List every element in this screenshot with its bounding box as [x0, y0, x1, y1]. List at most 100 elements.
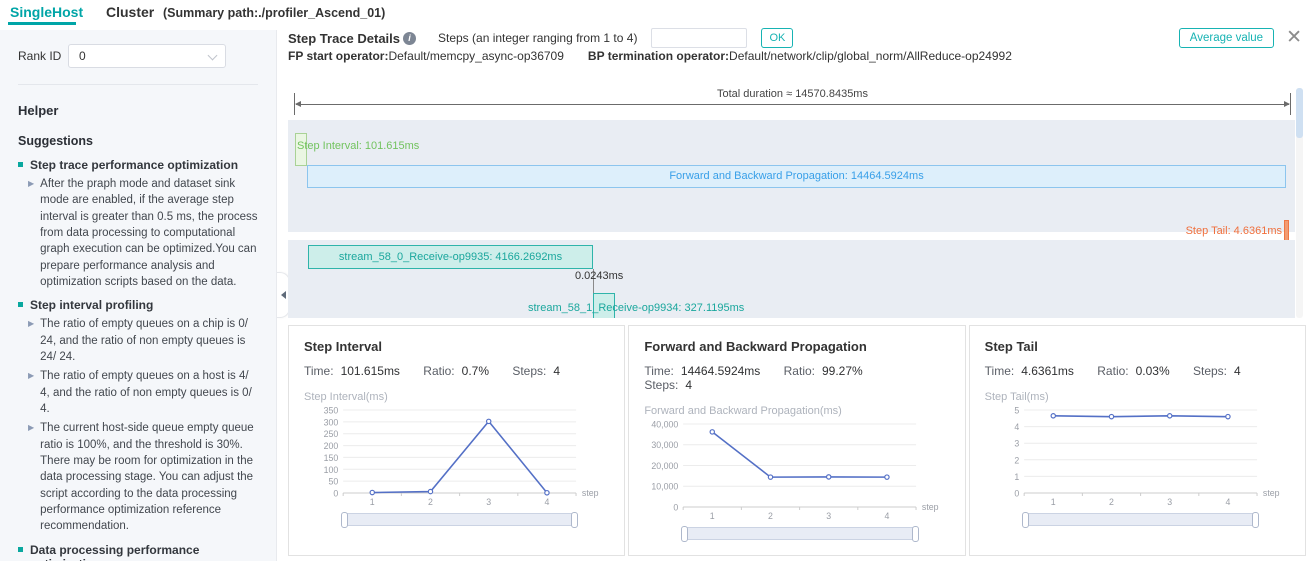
- suggestion-item: ▶ The ratio of empty queues on a chip is…: [28, 316, 258, 365]
- metric-charts-row: Step Interval Time:101.615ms Ratio:0.7% …: [288, 325, 1306, 556]
- svg-text:20,000: 20,000: [652, 461, 679, 471]
- datazoom-right-handle[interactable]: [912, 526, 919, 542]
- chart-y-axis-title: Forward and Backward Propagation(ms): [644, 405, 949, 417]
- suggestion-section-data-processing: Data processing performance optimization…: [18, 543, 258, 561]
- close-icon[interactable]: ✕: [1286, 28, 1302, 48]
- step-interval-line-chart[interactable]: 0501001502002503003501234step: [304, 405, 609, 509]
- svg-text:100: 100: [324, 465, 339, 475]
- triangle-bullet-icon[interactable]: ▶: [28, 176, 34, 290]
- section-header: Data processing performance optimization: [18, 543, 258, 561]
- svg-text:2: 2: [1014, 455, 1019, 465]
- svg-text:step: step: [922, 502, 939, 512]
- square-bullet-icon: [18, 302, 23, 307]
- svg-text:10,000: 10,000: [652, 482, 679, 492]
- operator-info-row: FP start operator:Default/memcpy_async-o…: [288, 49, 1012, 63]
- time-label: Time:: [644, 364, 674, 378]
- arrow-left-icon: [295, 101, 301, 107]
- section-title: Step interval profiling: [30, 298, 153, 312]
- steps-label: Steps:: [512, 364, 546, 378]
- suggestion-item: ▶ The current host-side queue empty queu…: [28, 420, 258, 534]
- steps-input[interactable]: [651, 28, 747, 48]
- tab-cluster[interactable]: Cluster: [106, 4, 154, 20]
- chart-panel-forward-backward: Forward and Backward Propagation Time:14…: [628, 325, 965, 556]
- datazoom-slider[interactable]: [684, 527, 915, 540]
- svg-text:4: 4: [885, 511, 890, 521]
- ratio-value: 0.03%: [1136, 364, 1170, 378]
- steps-range-label: Steps (an integer ranging from 1 to 4): [438, 31, 637, 45]
- svg-text:350: 350: [324, 405, 339, 415]
- info-icon[interactable]: i: [403, 32, 416, 45]
- rank-id-label: Rank ID: [18, 49, 68, 63]
- trace-scrollbar-track: [1296, 88, 1303, 318]
- square-bullet-icon: [18, 547, 23, 552]
- average-value-button[interactable]: Average value: [1179, 28, 1274, 48]
- suggestion-section-step-trace: Step trace performance optimization ▶ Af…: [18, 158, 258, 290]
- triangle-bullet-icon[interactable]: ▶: [28, 368, 34, 417]
- stream-gap-duration-label: 0.0243ms: [575, 270, 623, 282]
- stream-58-0-receive-box[interactable]: stream_58_0_Receive-op9935: 4166.2692ms: [308, 245, 593, 269]
- datazoom-left-handle[interactable]: [341, 512, 348, 528]
- page-title: Step Trace Details: [288, 31, 400, 46]
- chart-y-axis-title: Step Tail(ms): [985, 391, 1290, 403]
- triangle-bullet-icon[interactable]: ▶: [28, 316, 34, 365]
- ruler-left-endbar: [294, 93, 295, 115]
- step-trace-header: Step Trace Details i Steps (an integer r…: [288, 27, 1304, 49]
- steps-label: Steps:: [1193, 364, 1227, 378]
- chart-stats: Time:101.615ms Ratio:0.7% Steps:4: [304, 364, 609, 378]
- datazoom-right-handle[interactable]: [1252, 512, 1259, 528]
- svg-text:3: 3: [486, 497, 491, 507]
- svg-text:3: 3: [827, 511, 832, 521]
- svg-text:1: 1: [1050, 497, 1055, 507]
- trace-scrollbar-thumb[interactable]: [1296, 88, 1303, 138]
- chart-y-axis-title: Step Interval(ms): [304, 391, 609, 403]
- triangle-bullet-icon[interactable]: ▶: [28, 420, 34, 534]
- chart-title: Step Tail: [985, 339, 1290, 354]
- svg-text:1: 1: [370, 497, 375, 507]
- chart-stats: Time:14464.5924ms Ratio:99.27% Steps:4: [644, 364, 949, 392]
- rank-id-value: 0: [79, 49, 86, 63]
- suggestion-text: The current host-side queue empty queue …: [40, 420, 258, 534]
- steps-value: 4: [685, 378, 692, 392]
- datazoom-left-handle[interactable]: [681, 526, 688, 542]
- suggestion-item: ▶ After the praph mode and dataset sink …: [28, 176, 258, 290]
- trace-lane-streams: stream_58_0_Receive-op9935: 4166.2692ms …: [288, 240, 1295, 318]
- datazoom-right-handle[interactable]: [571, 512, 578, 528]
- forward-backward-line-chart[interactable]: 010,00020,00030,00040,0001234step: [644, 419, 949, 523]
- svg-text:200: 200: [324, 441, 339, 451]
- svg-text:3: 3: [1167, 497, 1172, 507]
- suggestion-text: The ratio of empty queues on a chip is 0…: [40, 316, 258, 365]
- chart-title: Step Interval: [304, 339, 609, 354]
- sidebar-divider: [18, 84, 258, 85]
- svg-text:step: step: [1263, 488, 1280, 498]
- bp-termination-operator-label: BP termination operator:: [588, 49, 729, 63]
- collapse-left-icon: [281, 291, 286, 299]
- datazoom-slider[interactable]: [344, 513, 575, 526]
- fp-start-operator-label: FP start operator:: [288, 49, 388, 63]
- ok-button[interactable]: OK: [761, 28, 793, 48]
- svg-text:1: 1: [1014, 472, 1019, 482]
- svg-text:150: 150: [324, 453, 339, 463]
- forward-backward-propagation-box[interactable]: Forward and Backward Propagation: 14464.…: [307, 165, 1286, 188]
- svg-text:0: 0: [1014, 488, 1019, 498]
- rank-id-select[interactable]: 0: [68, 44, 226, 68]
- tab-singlehost[interactable]: SingleHost: [10, 4, 83, 20]
- svg-text:2: 2: [768, 511, 773, 521]
- chevron-down-icon: [208, 51, 218, 61]
- summary-path: (Summary path:./profiler_Ascend_01): [163, 6, 385, 20]
- steps-value: 4: [553, 364, 560, 378]
- suggestion-text: The ratio of empty queues on a host is 4…: [40, 368, 258, 417]
- suggestion-section-step-interval: Step interval profiling ▶ The ratio of e…: [18, 298, 258, 534]
- svg-text:step: step: [582, 488, 599, 498]
- datazoom-left-handle[interactable]: [1022, 512, 1029, 528]
- datazoom-slider[interactable]: [1025, 513, 1256, 526]
- svg-text:2: 2: [1109, 497, 1114, 507]
- total-duration-label: Total duration ≈ 14570.8435ms: [294, 88, 1291, 100]
- svg-text:50: 50: [328, 477, 338, 487]
- step-tail-line-chart[interactable]: 0123451234step: [985, 405, 1290, 509]
- suggestion-text: After the praph mode and dataset sink mo…: [40, 176, 258, 290]
- time-value: 101.615ms: [341, 364, 400, 378]
- step-tail-label: Step Tail: 4.6361ms: [1186, 225, 1282, 237]
- helper-title: Helper: [18, 103, 258, 118]
- time-value: 14464.5924ms: [681, 364, 760, 378]
- chart-panel-step-tail: Step Tail Time:4.6361ms Ratio:0.03% Step…: [969, 325, 1306, 556]
